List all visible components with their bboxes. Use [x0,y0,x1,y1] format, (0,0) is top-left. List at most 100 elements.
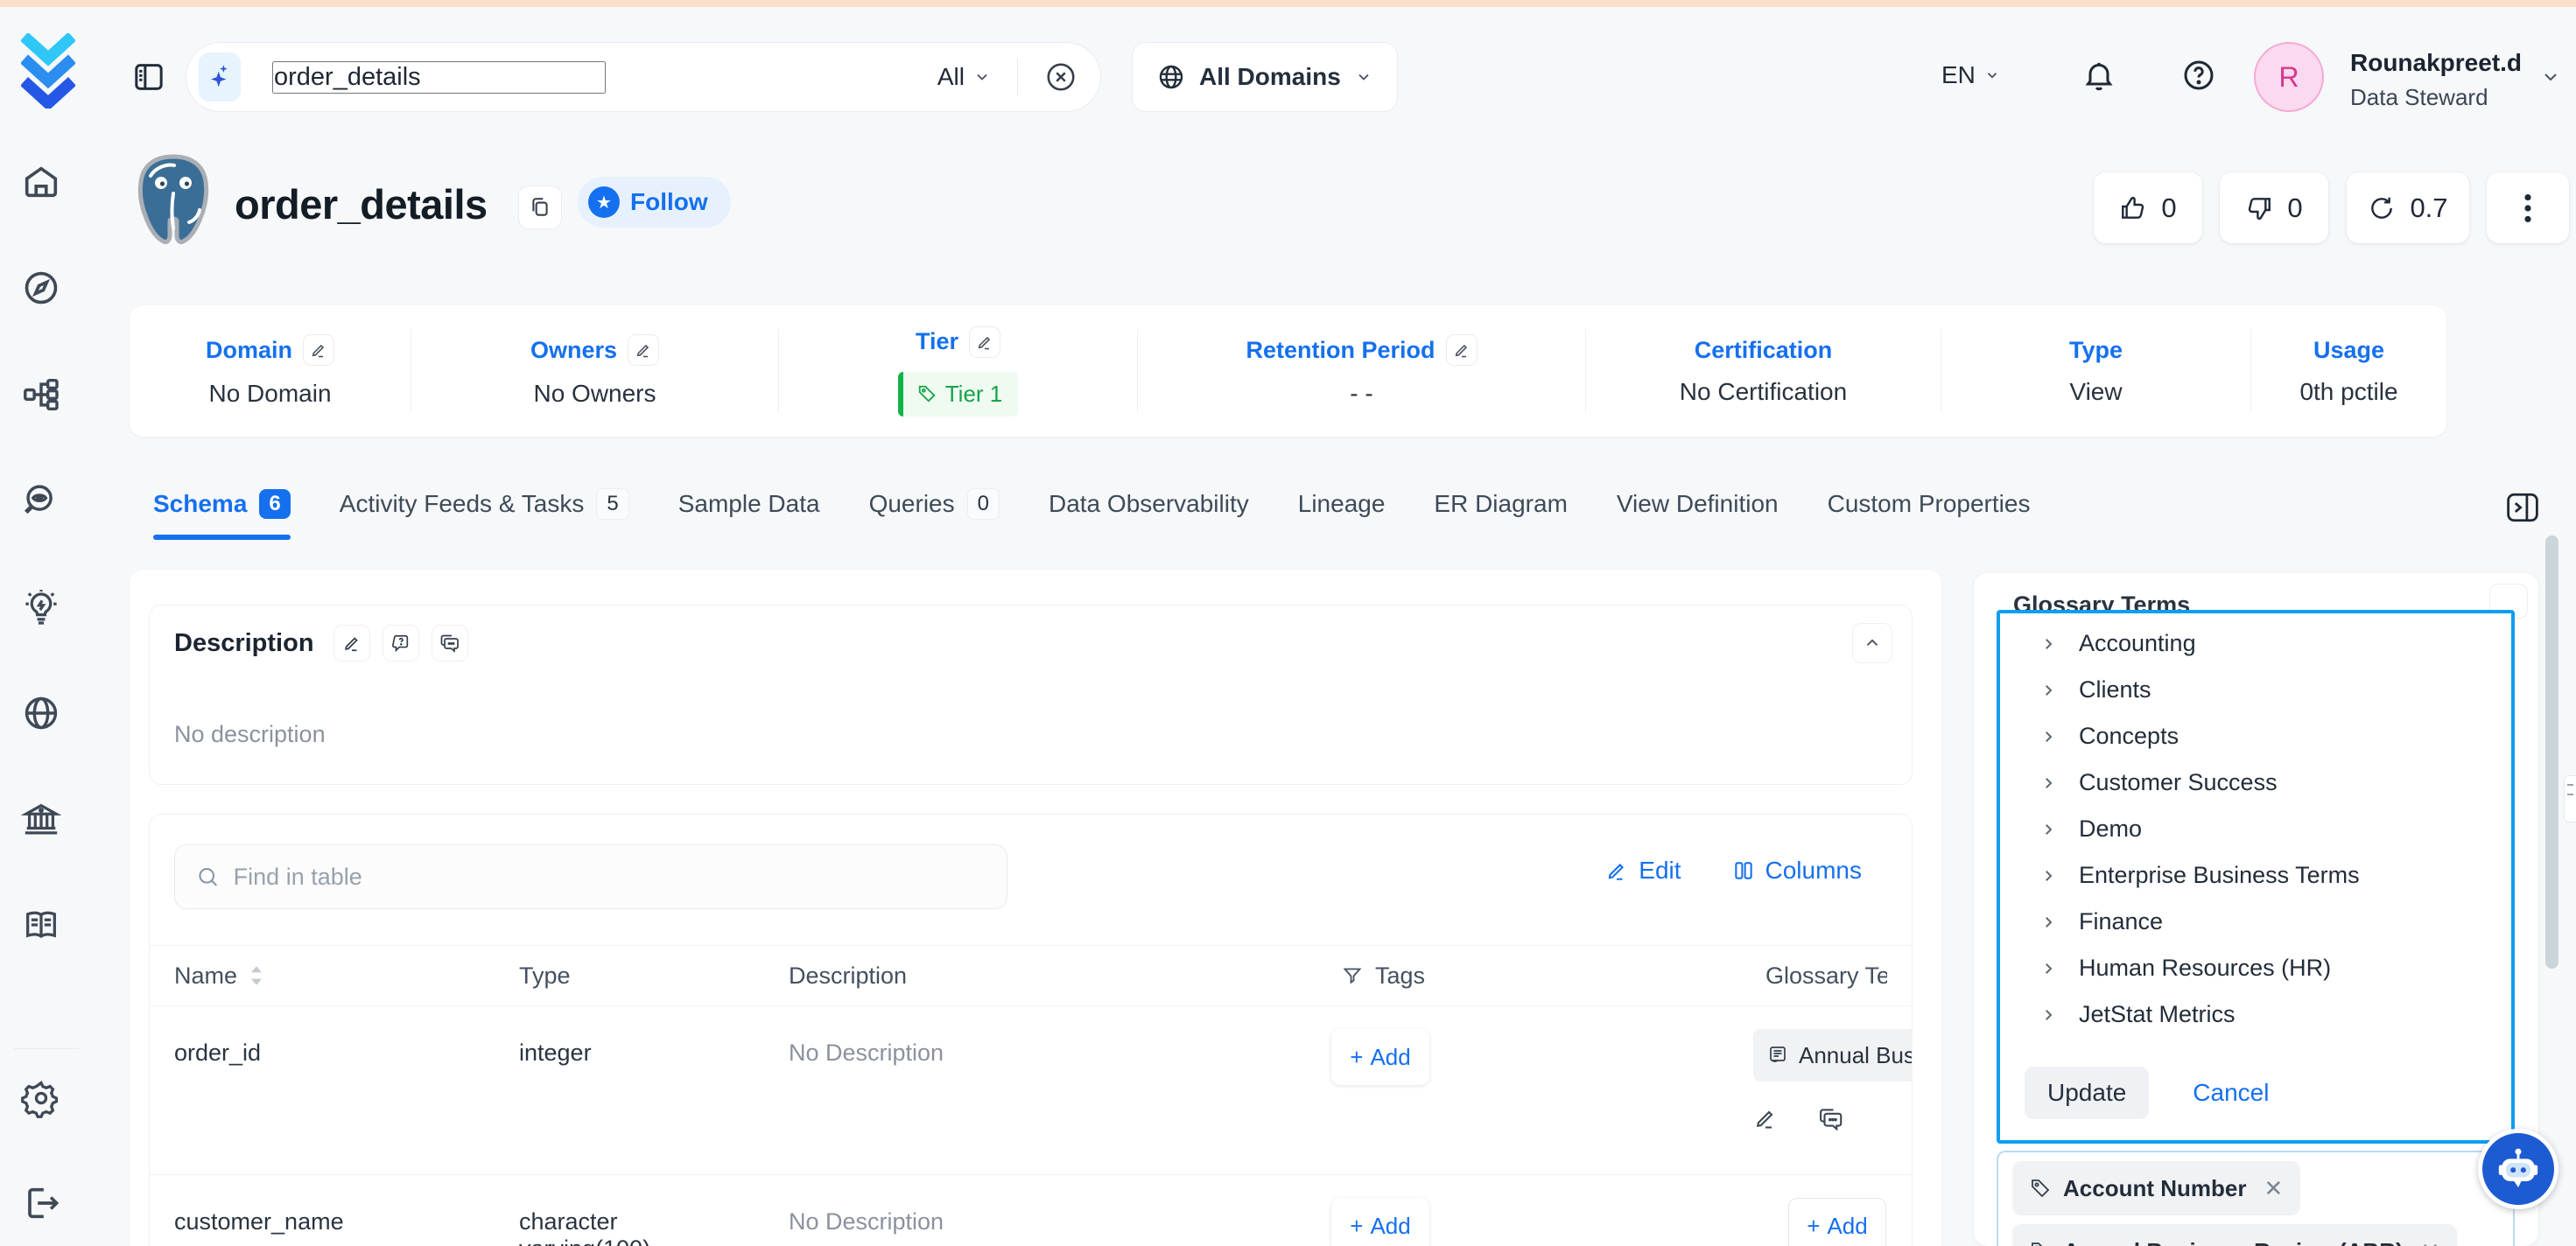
add-tag-button[interactable]: + Add [1331,1029,1429,1085]
tab-activity-feeds[interactable]: Activity Feeds & Tasks 5 [340,488,629,525]
home-icon[interactable] [21,162,61,202]
glossary-tree-item[interactable]: Concepts [2000,713,2511,760]
robot-icon [2494,1144,2543,1194]
explore-compass-icon[interactable] [21,268,61,308]
tab-count: 5 [596,488,628,520]
edit-retention-button[interactable] [1446,334,1478,366]
pencil-icon [1605,859,1628,882]
edit-description-button[interactable] [333,625,370,662]
copy-link-button[interactable] [518,186,562,229]
global-search[interactable]: All [186,42,1101,112]
collapse-description-button[interactable] [1852,623,1892,663]
tab-label: Custom Properties [1828,490,2031,518]
summary-type: Type View [1941,329,2251,413]
domains-globe-icon[interactable] [21,693,61,733]
columns-table-card: Edit Columns Name Type Description Tags [149,814,1913,1246]
tier-badge[interactable]: Tier 1 [898,372,1019,416]
search-icon [196,864,220,889]
tag-icon [2030,1178,2051,1199]
cell-name[interactable]: order_id [174,1006,519,1174]
postgres-service-icon [130,150,217,250]
chatbot-button[interactable] [2478,1129,2558,1209]
version-button[interactable]: 0.7 [2347,172,2469,243]
data-flow-icon[interactable] [21,374,61,415]
edit-tier-button[interactable] [969,326,1000,358]
add-tag-button[interactable]: + Add [1331,1198,1429,1246]
sort-icon[interactable] [249,965,263,986]
glossary-tree-item[interactable]: Finance [2000,899,2511,945]
follow-button[interactable]: ★ Follow [578,177,731,228]
settings-gear-icon[interactable] [21,1078,61,1118]
conversations-icon[interactable] [1818,1106,1844,1132]
tab-er-diagram[interactable]: ER Diagram [1434,490,1567,523]
search-scope-dropdown[interactable]: All [937,63,991,91]
find-in-table[interactable] [174,844,1007,909]
edit-table-button[interactable]: Edit [1605,857,1681,885]
tab-data-observability[interactable]: Data Observability [1049,490,1249,523]
tab-queries[interactable]: Queries 0 [869,488,1000,525]
govern-bank-icon[interactable] [21,799,61,839]
glossary-tree-item[interactable]: Demo [2000,806,2511,852]
glossary-term-chip[interactable]: Account Number ✕ [2012,1161,2300,1215]
edit-domain-button[interactable] [303,334,334,366]
entity-summary-card: Domain No Domain Owners No Owners Tier T… [130,305,2446,437]
glossary-term-chip[interactable]: Annual Business Review (ABR) ✕ [2012,1224,2457,1246]
glossary-term-chip[interactable]: Annual Business Review (ABR) [1753,1029,1913,1082]
columns-button[interactable]: Columns [1732,857,1862,885]
upvote-button[interactable]: 0 [2094,172,2202,243]
cancel-button[interactable]: Cancel [2193,1079,2269,1107]
right-panel-toggle-icon[interactable] [2505,492,2540,523]
glossary-book-icon[interactable] [21,905,61,945]
remove-term-icon[interactable]: ✕ [2264,1175,2283,1202]
tier-label: Tier [916,328,958,355]
comments-button[interactable] [432,625,468,662]
chevron-right-icon [2040,868,2056,884]
downvote-count: 0 [2287,192,2302,224]
chevron-right-icon [2040,775,2056,791]
cell-glossary: Annual Business Review (ABR) [1753,1006,1913,1174]
avatar[interactable]: R [2254,42,2324,112]
glossary-tree-item[interactable]: JetStat Metrics [2000,991,2511,1038]
tab-view-definition[interactable]: View Definition [1617,490,1779,523]
tab-custom-properties[interactable]: Custom Properties [1828,490,2031,523]
edit-glossary-icon[interactable] [1753,1106,1778,1130]
edit-owners-button[interactable] [628,334,659,366]
left-sidebar [0,140,94,1246]
cell-name[interactable]: customer_name [174,1175,519,1246]
app-logo[interactable] [21,33,75,108]
filter-icon[interactable] [1342,965,1363,986]
glossary-tree-item[interactable]: Enterprise Business Terms [2000,852,2511,899]
language-selector[interactable]: EN [1941,61,2000,89]
tab-schema[interactable]: Schema 6 [153,489,291,524]
domains-dropdown[interactable]: All Domains [1132,42,1398,112]
notifications-bell-icon[interactable] [2081,58,2116,93]
sidebar-toggle-icon[interactable] [131,60,166,94]
tab-lineage[interactable]: Lineage [1298,490,1386,523]
downvote-button[interactable]: 0 [2220,172,2328,243]
glossary-tree-item[interactable]: Human Resources (HR) [2000,945,2511,991]
certification-label: Certification [1695,337,1833,364]
more-options-button[interactable] [2487,172,2569,243]
glossary-tree-item[interactable]: Clients [2000,667,2511,713]
side-widget-handle[interactable] [2564,775,2576,822]
user-menu-chevron-icon[interactable] [2540,66,2561,88]
logout-icon[interactable] [21,1183,61,1223]
find-in-table-input[interactable] [234,864,986,891]
thumbs-down-icon [2245,194,2273,222]
tab-sample-data[interactable]: Sample Data [678,490,820,523]
request-description-button[interactable] [383,625,419,662]
usage-value: 0th pctile [2299,378,2397,406]
search-input[interactable] [272,61,606,94]
add-glossary-term-button[interactable]: + Add [1788,1198,1886,1246]
app: All All Domains EN [0,0,2576,1246]
remove-term-icon[interactable]: ✕ [2421,1238,2440,1246]
glossary-tree-item[interactable]: Customer Success [2000,760,2511,806]
observability-icon[interactable] [21,480,61,521]
update-button[interactable]: Update [2025,1067,2149,1119]
glossary-tree-item[interactable]: Accounting [2000,620,2511,667]
header-name[interactable]: Name [174,962,519,990]
scrollbar[interactable] [2545,536,2558,969]
clear-search-icon[interactable] [1044,60,1077,94]
help-icon[interactable] [2181,58,2216,93]
insights-icon[interactable] [21,587,61,627]
